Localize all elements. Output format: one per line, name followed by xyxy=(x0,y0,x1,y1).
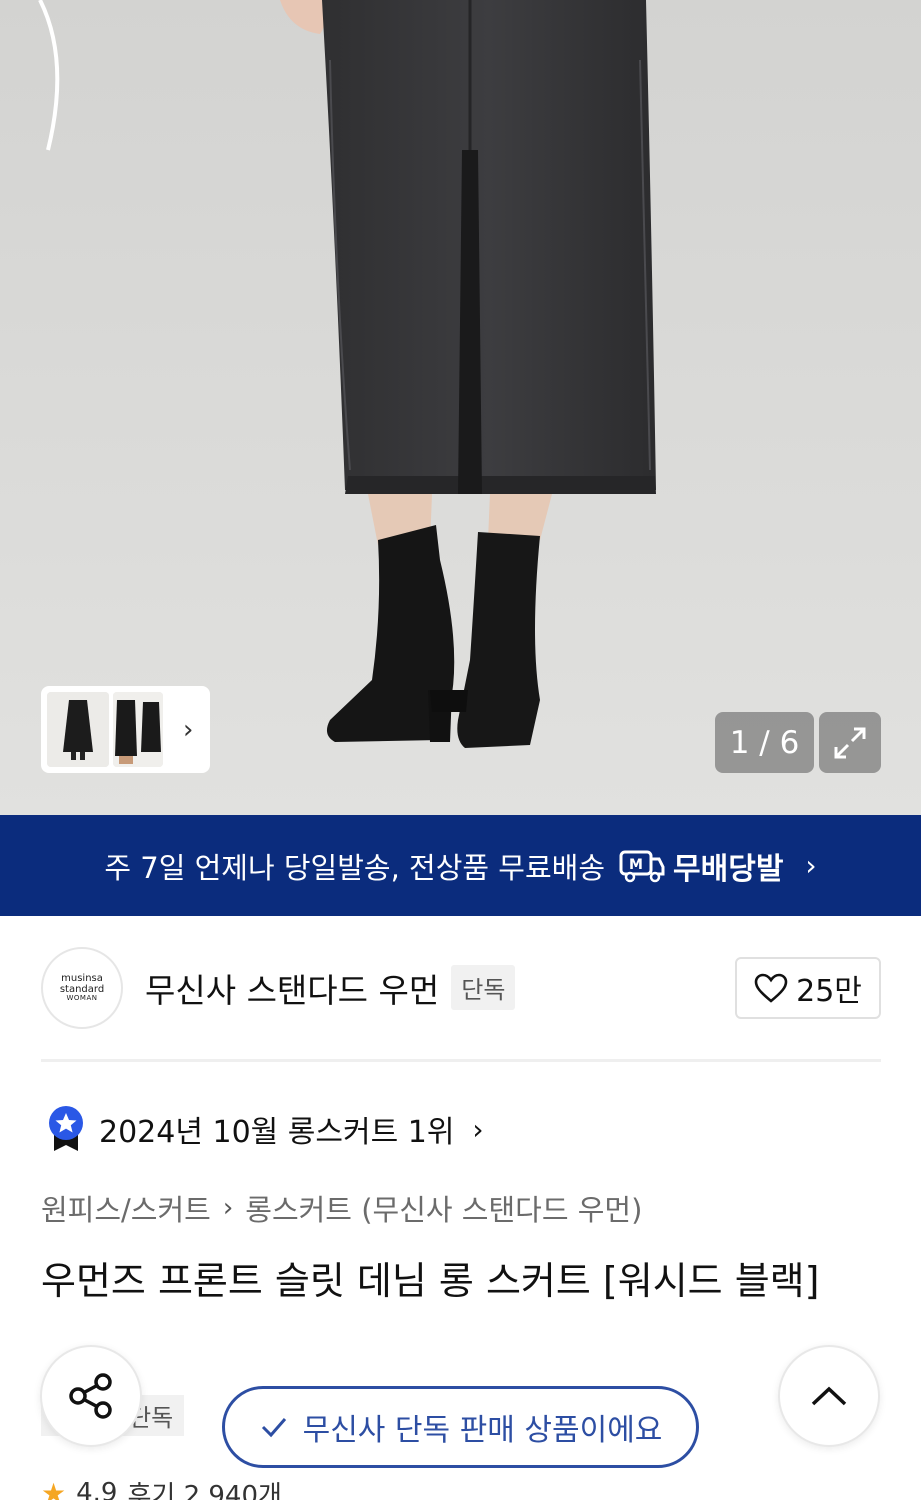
logo-text-3: WOMAN xyxy=(66,993,98,1002)
chevron-right-icon[interactable]: › xyxy=(183,717,193,743)
product-title: 우먼즈 프론트 슬릿 데님 롱 스커트 [워시드 블랙] xyxy=(41,1259,820,1303)
expand-icon xyxy=(834,727,866,758)
rating-value: 4.9 xyxy=(76,1478,118,1500)
scroll-top-button[interactable] xyxy=(778,1345,880,1447)
shipping-promo-banner[interactable]: 주 7일 언제나 당일발송, 전상품 무료배송 M 무배당발 › xyxy=(0,815,921,916)
ranking-link[interactable]: 2024년 10월 롱스커트 1위 › xyxy=(47,1105,484,1153)
exclusive-badge: 단독 xyxy=(451,965,516,1010)
thumbnail-strip[interactable]: › xyxy=(41,686,210,773)
expand-button[interactable] xyxy=(819,712,881,773)
chevron-right-icon: › xyxy=(472,1112,484,1146)
brand-row: musinsa standard WOMAN 무신사 스탠다드 우먼 단독 25… xyxy=(41,946,881,1029)
svg-text:M: M xyxy=(629,857,643,873)
breadcrumb-level-2[interactable]: 롱스커트 (무신사 스탠다드 우먼) xyxy=(245,1187,642,1229)
share-icon xyxy=(69,1373,112,1419)
heart-icon xyxy=(754,973,788,1003)
chevron-right-icon: › xyxy=(805,849,817,882)
share-button[interactable] xyxy=(40,1345,142,1447)
banner-text: 주 7일 언제나 당일발송, 전상품 무료배송 xyxy=(104,850,606,885)
review-summary[interactable]: ★ 4.9 후기 2,940개 xyxy=(41,1476,282,1500)
banner-brand: M 무배당발 xyxy=(619,844,783,888)
breadcrumb: 원피스/스커트 › 롱스커트 (무신사 스탠다드 우먼) xyxy=(41,1186,642,1230)
check-icon xyxy=(261,1418,286,1438)
chevron-up-icon xyxy=(811,1386,847,1406)
chevron-right-icon: › xyxy=(222,1193,234,1223)
breadcrumb-level-1[interactable]: 원피스/스커트 xyxy=(41,1187,211,1229)
review-count: 후기 2,940개 xyxy=(127,1480,282,1500)
thumbnail-1[interactable] xyxy=(47,692,109,767)
like-count: 25만 xyxy=(796,973,862,1009)
thumbnail-2[interactable] xyxy=(113,692,163,767)
delivery-truck-icon: M xyxy=(619,850,665,882)
star-icon: ★ xyxy=(41,1476,67,1500)
image-counter: 1 / 6 xyxy=(715,712,814,773)
ranking-text: 2024년 10월 롱스커트 1위 xyxy=(99,1115,455,1150)
exclusive-notice-button[interactable]: 무신사 단독 판매 상품이에요 xyxy=(222,1386,699,1468)
brand-logo[interactable]: musinsa standard WOMAN xyxy=(41,946,123,1029)
product-image-gallery[interactable]: › 1 / 6 xyxy=(0,0,921,815)
ranking-badge-icon xyxy=(49,1106,83,1151)
thumbnail-stack[interactable] xyxy=(47,692,167,767)
logo-text-1: musinsa xyxy=(61,972,103,984)
brand-like-button[interactable]: 25만 xyxy=(735,956,881,1019)
brand-name[interactable]: 무신사 스탠다드 우먼 xyxy=(145,964,439,1012)
exclusive-notice-text: 무신사 단독 판매 상품이에요 xyxy=(302,1413,663,1448)
divider xyxy=(41,1059,881,1062)
banner-brand-text: 무배당발 xyxy=(673,851,784,887)
logo-text-2: standard xyxy=(59,983,105,995)
